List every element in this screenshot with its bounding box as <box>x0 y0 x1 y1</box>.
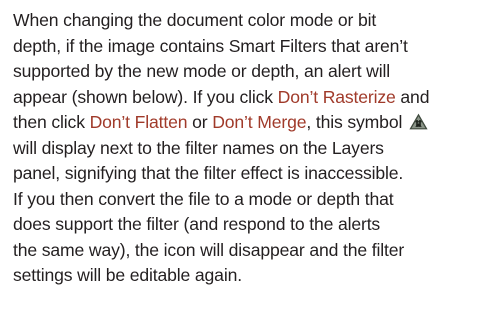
paragraph-line-8: If you then convert the file to a mode o… <box>13 188 394 209</box>
line-5-end: , this symbol <box>306 112 407 132</box>
line-5-or: or <box>187 112 213 132</box>
paragraph-line-6: will display next to the filter names on… <box>13 137 384 158</box>
dont-merge-label: Don’t Merge <box>212 112 307 132</box>
paragraph-line-7: panel, signifying that the filter effect… <box>13 163 404 183</box>
line-5-start: then click <box>13 112 90 132</box>
paragraph-line-9: does support the filter (and respond to … <box>13 214 381 234</box>
dont-flatten-label: Don’t Flatten <box>89 112 188 132</box>
paragraph-line-3: supported by the new mode or depth, an a… <box>13 61 391 81</box>
dont-rasterize-label: Don’t Rasterize <box>277 86 396 107</box>
paragraph-line-1: When changing the document color mode or… <box>13 10 377 30</box>
paragraph-line-5: then click Don’t Flatten or Don’t Merge,… <box>13 110 498 136</box>
paragraph-line-11: settings will be editable again. <box>13 265 242 285</box>
warning-triangle-icon <box>409 113 428 130</box>
paragraph-line-2: depth, if the image contains Smart Filte… <box>13 35 408 56</box>
line-4-text: appear (shown below). If you click <box>13 86 278 107</box>
line-4-end: and <box>395 86 430 107</box>
body-paragraph: When changing the document color mode or… <box>13 8 498 289</box>
paragraph-line-4: appear (shown below). If you click Don’t… <box>13 85 498 111</box>
paragraph-line-10: the same way), the icon will disappear a… <box>13 239 405 260</box>
